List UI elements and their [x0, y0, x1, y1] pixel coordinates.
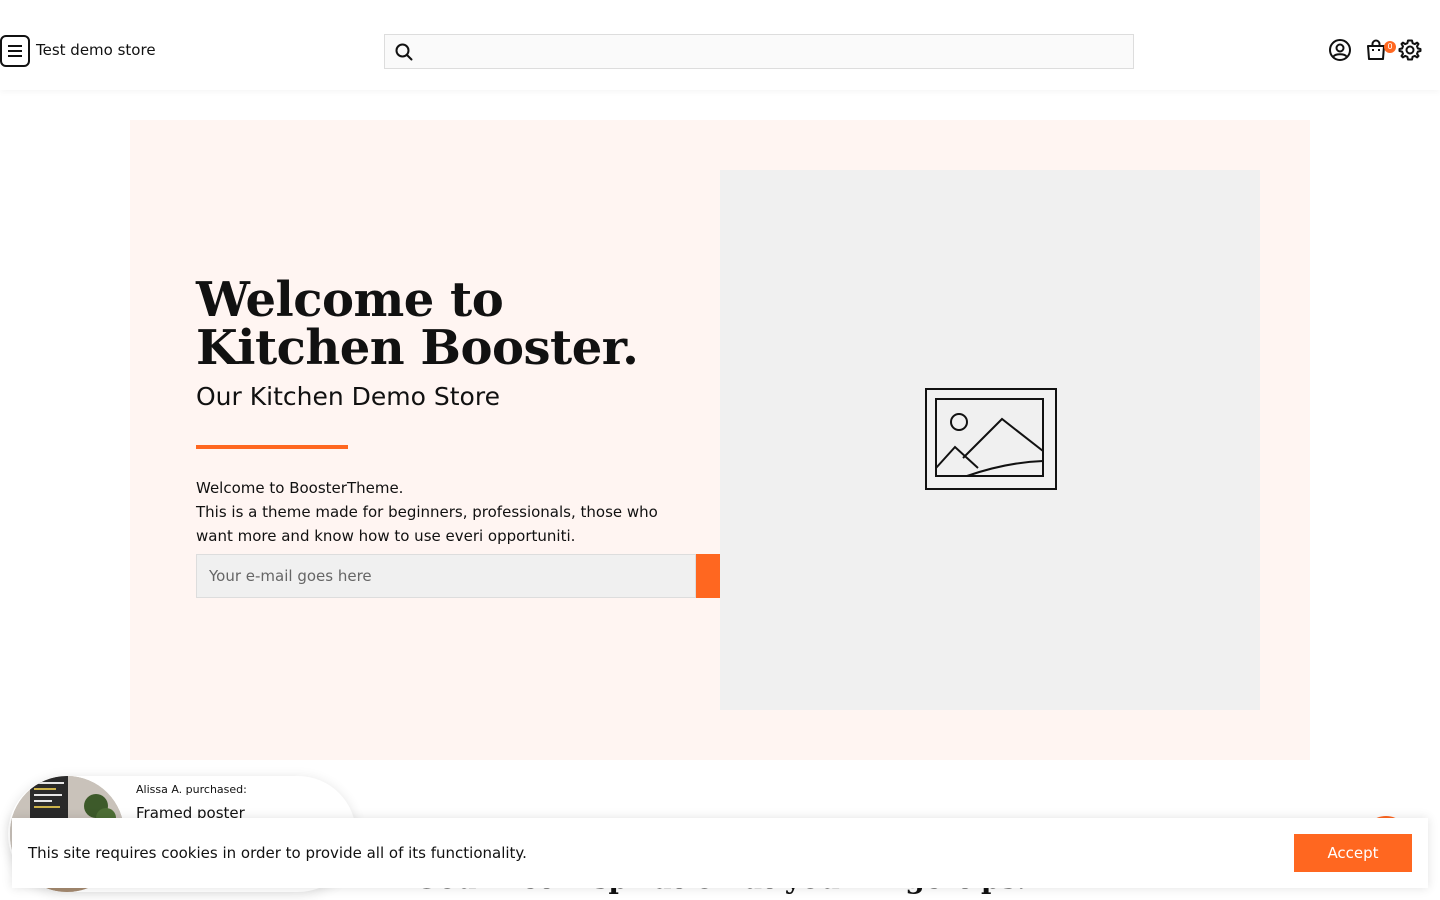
store-name-link[interactable]: Test demo store: [36, 41, 156, 59]
hero-description: Welcome to BoosterTheme. This is a theme…: [196, 476, 696, 548]
purchase-label: Alissa A. purchased:: [136, 783, 247, 796]
hero-banner: Welcome to Kitchen Booster. Our Kitchen …: [130, 120, 1310, 760]
hero-title: Welcome to Kitchen Booster.: [196, 272, 639, 376]
menu-button[interactable]: [0, 35, 30, 67]
hero-divider: [196, 445, 348, 449]
search-icon[interactable]: [394, 42, 414, 62]
cookie-banner: This site requires cookies in order to p…: [12, 818, 1428, 888]
email-field[interactable]: [196, 554, 696, 598]
hero-text-line: want more and know how to use everi oppo…: [196, 527, 576, 545]
search-box: [384, 34, 1134, 69]
search-input[interactable]: [421, 35, 1131, 68]
hero-image: [720, 170, 1260, 710]
menu-icon: [8, 45, 22, 57]
account-icon[interactable]: [1328, 38, 1352, 62]
cart-count-badge: 0: [1384, 41, 1396, 53]
image-placeholder-icon: [925, 388, 1057, 490]
cookie-message: This site requires cookies in order to p…: [28, 844, 527, 862]
hero-text-line: Welcome to BoosterTheme.: [196, 479, 404, 497]
site-header: Test demo store 0: [0, 0, 1440, 90]
accept-cookies-button[interactable]: Accept: [1294, 834, 1412, 872]
settings-icon[interactable]: [1398, 38, 1422, 62]
hero-subtitle: Our Kitchen Demo Store: [196, 382, 500, 411]
subscribe-button[interactable]: [696, 554, 720, 598]
hero-text-line: This is a theme made for beginners, prof…: [196, 503, 658, 521]
